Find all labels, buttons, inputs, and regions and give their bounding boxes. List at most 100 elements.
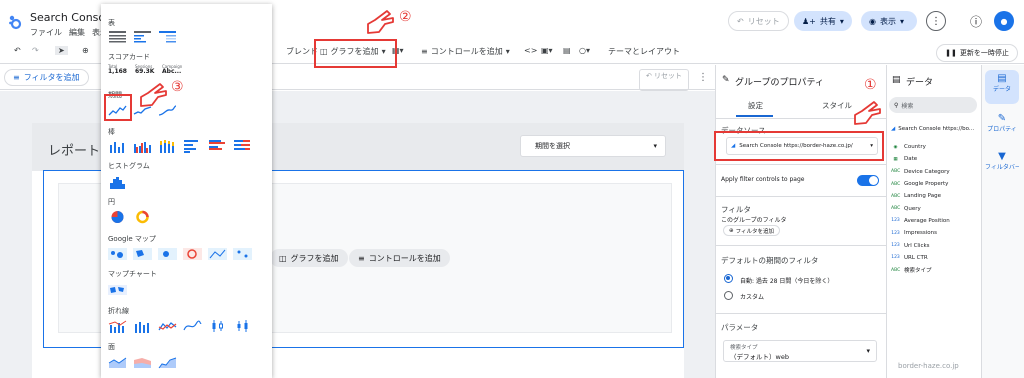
menu-file[interactable]: ファイル (30, 28, 62, 37)
section-area: 面 (108, 343, 115, 351)
field-name: Query (904, 205, 921, 212)
line-chart-icon[interactable] (158, 318, 177, 334)
parameter-select[interactable]: 検索タイプ （デフォルト）web ▾ (723, 340, 877, 362)
field-item[interactable]: 123 Impressions (891, 227, 950, 239)
date-custom-radio[interactable] (724, 291, 733, 300)
number-type-icon: 123 (891, 243, 900, 249)
globe-icon: ◉ (893, 144, 898, 150)
stacked-combo-icon[interactable] (133, 318, 152, 334)
geo-chart-icon[interactable] (108, 282, 127, 298)
rail-data-label: データ (992, 86, 1011, 93)
select-cursor-icon[interactable]: ➤ (55, 46, 68, 55)
grouped-bar-icon[interactable] (208, 138, 227, 154)
divider (715, 164, 886, 165)
field-item[interactable]: 123 Average Position (891, 215, 950, 227)
rail-data-button[interactable]: ▤ データ (985, 70, 1019, 104)
data-table-icon: ▤ (997, 73, 1007, 84)
field-item[interactable]: ABC Query (891, 202, 950, 214)
table-icon[interactable] (108, 28, 127, 44)
rail-filterbar-button[interactable]: ▼ フィルタバー (985, 148, 1019, 180)
field-item[interactable]: ABC Landing Page (891, 190, 950, 202)
date-range-control[interactable]: 期間を選択 ▾ (520, 135, 666, 157)
field-item[interactable]: ▦ Date (891, 153, 950, 165)
properties-title: グループのプロパティ (735, 78, 824, 88)
account-icon[interactable]: ● (994, 11, 1014, 31)
stacked-bar-icon[interactable] (233, 138, 252, 154)
redo-icon[interactable]: ↷ (32, 46, 39, 55)
field-name: Url Clicks (904, 242, 930, 249)
bar-chart-icon[interactable] (183, 138, 202, 154)
rail-properties-button[interactable]: ✎ プロパティ (985, 110, 1019, 144)
pointing-hand-icon (854, 101, 881, 125)
stacked-column-icon[interactable] (158, 138, 177, 154)
histogram-icon[interactable] (108, 174, 127, 190)
pause-updates-button[interactable]: ❚❚ 更新を一時停止 (936, 44, 1018, 62)
help-icon[interactable]: ⓘ (966, 11, 986, 31)
smoothed-line-icon[interactable] (183, 318, 202, 334)
date-auto-radio[interactable] (724, 274, 733, 283)
section-scorecard: スコアカード (108, 53, 150, 61)
zoom-icon[interactable]: ⊕ (82, 46, 89, 55)
filter-icon: ▼ (998, 151, 1006, 162)
bubble-map-icon[interactable] (108, 246, 127, 262)
theme-button[interactable]: テーマとレイアウト (608, 46, 680, 57)
pie-chart-icon[interactable] (108, 209, 127, 225)
report-heading[interactable]: レポート (48, 140, 100, 159)
ohlc-icon[interactable] (233, 318, 252, 334)
canvas-reset-button[interactable]: ↶ リセット (639, 69, 689, 91)
reset-button[interactable]: ↶ リセット (728, 11, 789, 31)
percent-area-icon[interactable] (158, 354, 177, 370)
undo-icon[interactable]: ↶ (14, 46, 21, 55)
field-item[interactable]: 123 Url Clicks (891, 239, 950, 251)
combo-chart-icon[interactable] (108, 318, 127, 334)
more-vert-icon[interactable]: ⋮ (698, 72, 708, 83)
field-list: ◉ Country ▦ Date ABC Device Category ABC Goo… (891, 141, 950, 276)
tab-style[interactable]: スタイル (822, 100, 852, 111)
chevron-down-icon[interactable]: ▾ (840, 17, 844, 26)
looker-studio-logo[interactable] (8, 14, 22, 30)
text-icon[interactable]: ▤ (563, 46, 571, 55)
heatmap-map-icon[interactable] (158, 246, 177, 262)
image-icon[interactable]: ▣▾ (541, 46, 553, 55)
filled-map-icon[interactable] (133, 246, 152, 262)
candlestick-icon[interactable] (208, 318, 227, 334)
tab-setup[interactable]: 設定 (748, 100, 763, 111)
combo-map-icon[interactable] (208, 246, 227, 262)
area-chart-icon[interactable] (108, 354, 127, 370)
data-source-name[interactable]: ◢ Search Console https://bo... (891, 126, 974, 132)
field-item[interactable]: ABC 検索タイプ (891, 264, 950, 276)
code-icon[interactable]: <> (524, 46, 537, 55)
apply-filter-label: Apply filter controls to page (721, 176, 805, 183)
chevron-down-icon[interactable]: ▾ (900, 17, 904, 26)
region-map-icon[interactable] (233, 246, 252, 262)
control-icon: ≡ (421, 47, 428, 56)
line-map-icon[interactable] (183, 246, 202, 262)
canvas-add-chart-button[interactable]: ◫ グラフを追加 (270, 249, 348, 267)
shape-icon[interactable]: ○▾ (579, 46, 590, 55)
field-item[interactable]: ABC Device Category (891, 166, 950, 178)
add-filter-button[interactable]: ≡ フィルタを追加 (4, 69, 89, 86)
filter-subheading: このグループのフィルタ (721, 217, 787, 224)
field-search-input[interactable]: ⚲ 検索 (889, 97, 977, 113)
grouped-column-icon[interactable] (133, 138, 152, 154)
table-heatmap-icon[interactable] (158, 28, 177, 44)
canvas-add-control-button[interactable]: ≡ コントロールを追加 (349, 249, 450, 267)
field-item[interactable]: ◉ Country (891, 141, 950, 153)
group-add-filter-button[interactable]: ⊕ フィルタを追加 (723, 225, 780, 236)
menu-edit[interactable]: 編集 (69, 28, 85, 37)
view-button[interactable]: ◉ 表示 ▾ (861, 11, 917, 31)
text-type-icon: ABC (891, 267, 901, 273)
column-chart-icon[interactable] (108, 138, 127, 154)
field-item[interactable]: 123 URL CTR (891, 252, 950, 264)
scorecard-icon[interactable]: Total 1,168 (108, 64, 129, 84)
share-button[interactable]: ♟+ 共有 ▾ (794, 11, 852, 31)
apply-filter-toggle[interactable] (857, 175, 879, 186)
field-name: Landing Page (904, 193, 941, 200)
field-item[interactable]: ABC Google Property (891, 178, 950, 190)
table-bars-icon[interactable] (133, 28, 152, 44)
undo-icon: ↶ (737, 16, 744, 26)
donut-chart-icon[interactable] (133, 209, 152, 225)
stacked-area-icon[interactable] (133, 354, 152, 370)
more-vert-icon[interactable]: ⋮ (926, 11, 946, 31)
add-control-button[interactable]: ≡ コントロールを追加 ▾ (421, 46, 510, 57)
